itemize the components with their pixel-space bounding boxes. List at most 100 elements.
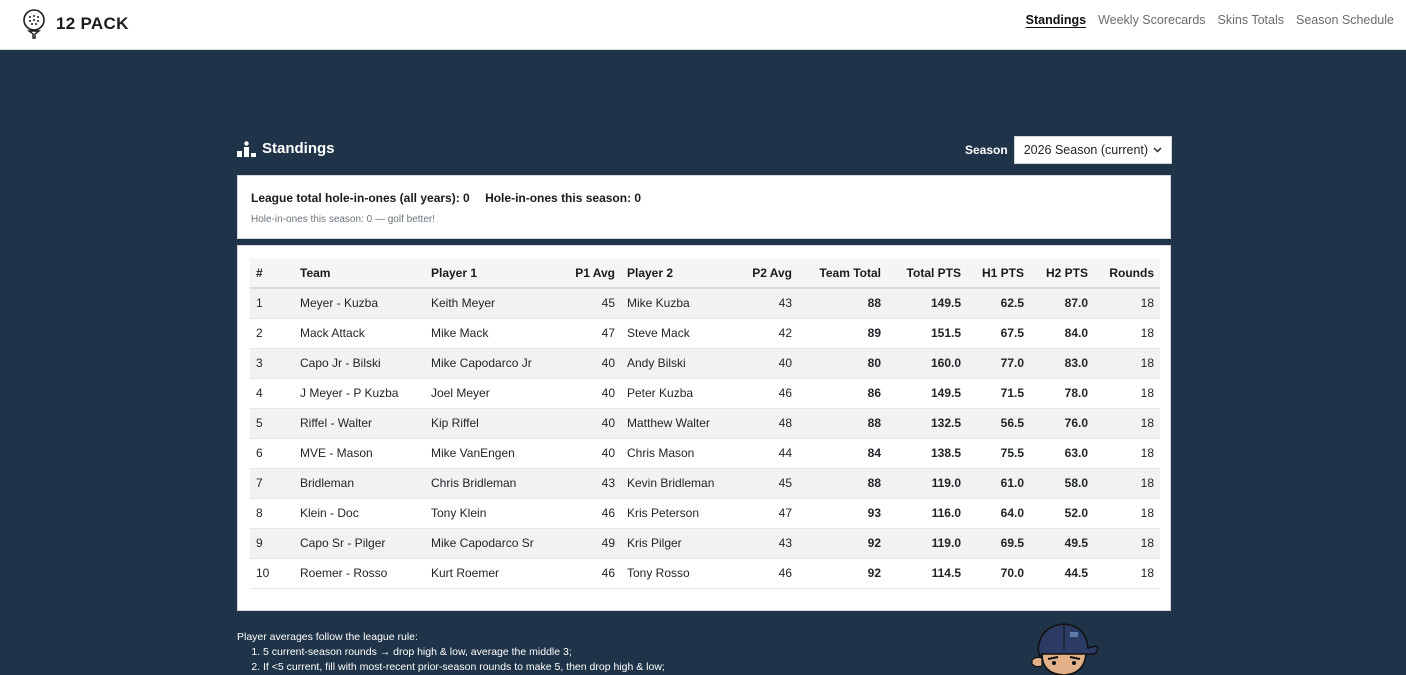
cell-total-pts: 132.5 <box>887 408 967 439</box>
cell-player-1: Mike Mack <box>425 318 553 349</box>
standings-table: # Team Player 1 P1 Avg Player 2 P2 Avg T… <box>250 258 1160 589</box>
cell-rounds: 18 <box>1094 438 1160 469</box>
col-total-pts[interactable]: Total PTS <box>887 258 967 289</box>
cell-team-total: 93 <box>798 498 887 529</box>
cell-p2-avg: 40 <box>738 348 798 379</box>
nav-skins-totals[interactable]: Skins Totals <box>1218 12 1284 28</box>
cell-p2-avg: 46 <box>738 558 798 589</box>
cell-rank: 1 <box>250 288 294 319</box>
cell-total-pts: 149.5 <box>887 378 967 409</box>
table-row[interactable]: 7 Bridleman Chris Bridleman 43 Kevin Bridlem… <box>250 468 1160 499</box>
cell-rounds: 18 <box>1094 408 1160 439</box>
cell-player-2: Kris Pilger <box>621 528 738 559</box>
table-row[interactable]: 10 Roemer - Rosso Kurt Roemer 46 Tony Rosso 4… <box>250 558 1160 589</box>
cell-h1-pts: 71.5 <box>967 378 1030 409</box>
cell-team: MVE - Mason <box>294 438 425 469</box>
col-team-total[interactable]: Team Total <box>798 258 887 289</box>
cell-team-total: 88 <box>798 468 887 499</box>
season-select[interactable]: 2026 Season (current) <box>1013 136 1172 164</box>
cell-p1-avg: 46 <box>553 558 621 589</box>
cell-rounds: 18 <box>1094 558 1160 589</box>
col-rounds[interactable]: Rounds <box>1094 258 1160 289</box>
cell-player-1: Keith Meyer <box>425 288 553 319</box>
cell-player-2: Peter Kuzba <box>621 378 738 409</box>
rule-item: 5 current-season rounds → drop high & lo… <box>263 645 665 660</box>
cell-team-total: 88 <box>798 408 887 439</box>
cell-p2-avg: 45 <box>738 468 798 499</box>
col-h1-pts[interactable]: H1 PTS <box>967 258 1030 289</box>
cell-rounds: 18 <box>1094 528 1160 559</box>
cell-h2-pts: 52.0 <box>1030 498 1094 529</box>
cell-p2-avg: 46 <box>738 378 798 409</box>
rule-item: If <5 current, fill with most-recent pri… <box>263 660 665 675</box>
cell-team: Riffel - Walter <box>294 408 425 439</box>
table-row[interactable]: 2 Mack Attack Mike Mack 47 Steve Mack 42 89 151… <box>250 318 1160 349</box>
cell-p1-avg: 40 <box>553 348 621 379</box>
nav-weekly-scorecards[interactable]: Weekly Scorecards <box>1098 12 1205 28</box>
table-row[interactable]: 3 Capo Jr - Bilski Mike Capodarco Jr 40 Andy… <box>250 348 1160 379</box>
hole-in-one-summary: League total hole-in-ones (all years): 0… <box>251 191 653 205</box>
cell-rounds: 18 <box>1094 288 1160 319</box>
cell-rounds: 18 <box>1094 318 1160 349</box>
col-rank[interactable]: # <box>250 258 294 289</box>
brand[interactable]: 12 PACK <box>22 9 129 39</box>
cell-p1-avg: 45 <box>553 288 621 319</box>
cell-player-2: Tony Rosso <box>621 558 738 589</box>
cell-p1-avg: 46 <box>553 498 621 529</box>
col-player-2[interactable]: Player 2 <box>621 258 738 289</box>
page-title: Standings <box>262 140 335 157</box>
cell-player-1: Joel Meyer <box>425 378 553 409</box>
nav-standings[interactable]: Standings <box>1026 12 1086 28</box>
cell-team: Klein - Doc <box>294 498 425 529</box>
golf-ball-on-tee-icon <box>23 9 45 39</box>
cell-p2-avg: 43 <box>738 528 798 559</box>
hole-in-one-note: Hole-in-ones this season: 0 — golf bette… <box>251 214 435 225</box>
table-row[interactable]: 5 Riffel - Walter Kip Riffel 40 Matthew Walt… <box>250 408 1160 439</box>
table-row[interactable]: 4J Meyer - P Kuzba Joel Meyer 40 Peter Kuzb… <box>250 378 1160 409</box>
table-row[interactable]: 9 Capo Sr - Pilger Mike Capodarco Sr 49 Kris… <box>250 528 1160 559</box>
cell-team: J Meyer - P Kuzba <box>294 378 425 409</box>
cell-p2-avg: 43 <box>738 288 798 319</box>
nav-links: Standings Weekly Scorecards Skins Totals… <box>1014 12 1394 28</box>
cell-player-1: Tony Klein <box>425 498 553 529</box>
table-row[interactable]: 6 MVE - Mason Mike VanEngen 40 Chris Mason 44… <box>250 438 1160 469</box>
col-p1-avg[interactable]: P1 Avg <box>553 258 621 289</box>
cell-rounds: 18 <box>1094 468 1160 499</box>
brand-name: 12 PACK <box>56 14 129 33</box>
cell-player-2: Steve Mack <box>621 318 738 349</box>
cell-h2-pts: 84.0 <box>1030 318 1094 349</box>
table-row[interactable]: 8 Klein - Doc Tony Klein 46 Kris Peterson 47 9… <box>250 498 1160 529</box>
col-team[interactable]: Team <box>294 258 425 289</box>
cell-player-2: Andy Bilski <box>621 348 738 379</box>
nav-season-schedule[interactable]: Season Schedule <box>1296 12 1394 28</box>
cell-total-pts: 160.0 <box>887 348 967 379</box>
table-row[interactable]: 1 Meyer - Kuzba Keith Meyer 45 Mike Kuzba 43 8… <box>250 288 1160 319</box>
standings-body: 1 Meyer - Kuzba Keith Meyer 45 Mike Kuzba 43 8… <box>250 288 1160 589</box>
cell-team: Mack Attack <box>294 318 425 349</box>
cell-rank: 5 <box>250 408 294 439</box>
cell-player-2: Kevin Bridleman <box>621 468 738 499</box>
cell-h1-pts: 67.5 <box>967 318 1030 349</box>
hole-in-one-card: League total hole-in-ones (all years): 0… <box>237 175 1171 239</box>
cell-h1-pts: 77.0 <box>967 348 1030 379</box>
cell-p2-avg: 48 <box>738 408 798 439</box>
cell-p1-avg: 40 <box>553 438 621 469</box>
season-filter: Season 2026 Season (current) <box>965 136 1172 164</box>
season-hole-in-ones: Hole-in-ones this season: 0 <box>485 191 642 205</box>
league-total-hole-in-ones: League total hole-in-ones (all years): 0 <box>251 191 470 205</box>
col-p2-avg[interactable]: P2 Avg <box>738 258 798 289</box>
rules-intro: Player averages follow the league rule: <box>237 631 418 643</box>
cell-rank: 6 <box>250 438 294 469</box>
cell-p1-avg: 49 <box>553 528 621 559</box>
top-navbar: 12 PACK Standings Weekly Scorecards Skin… <box>0 0 1406 50</box>
cell-team-total: 88 <box>798 288 887 319</box>
col-player-1[interactable]: Player 1 <box>425 258 553 289</box>
cell-h2-pts: 78.0 <box>1030 378 1094 409</box>
chevron-down-icon <box>1153 147 1162 153</box>
cell-total-pts: 151.5 <box>887 318 967 349</box>
cell-p1-avg: 47 <box>553 318 621 349</box>
cell-rank: 9 <box>250 528 294 559</box>
col-h2-pts[interactable]: H2 PTS <box>1030 258 1094 289</box>
standings-card: # Team Player 1 P1 Avg Player 2 P2 Avg T… <box>237 245 1171 611</box>
cell-h1-pts: 62.5 <box>967 288 1030 319</box>
